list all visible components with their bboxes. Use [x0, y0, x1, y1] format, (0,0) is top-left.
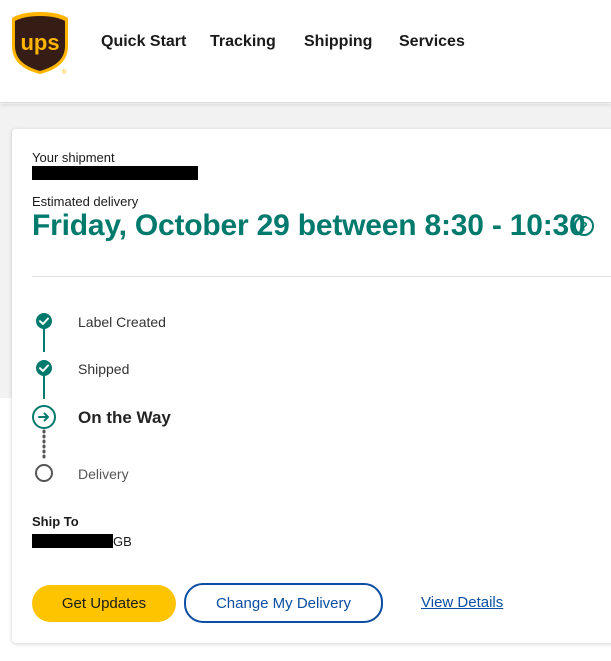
step-label-created: Label Created [78, 314, 166, 330]
svg-text:®: ® [62, 69, 67, 76]
ups-logo[interactable]: ups ® [10, 10, 70, 76]
step-delivery: Delivery [78, 466, 129, 482]
shipment-card: Your shipment Estimated delivery Friday,… [12, 129, 611, 643]
svg-text:?: ? [580, 220, 587, 234]
view-details-link[interactable]: View Details [421, 594, 503, 611]
step-on-the-way: On the Way [78, 408, 171, 427]
redacted-address [32, 534, 113, 548]
question-circle-icon[interactable]: ? [573, 215, 595, 237]
nav-services[interactable]: Services [399, 33, 465, 51]
nav-tracking[interactable]: Tracking [210, 33, 276, 51]
ship-to-label: Ship To [32, 514, 79, 529]
redacted-tracking-number [32, 166, 198, 180]
arrow-circle-icon [32, 405, 56, 429]
check-circle-icon [36, 360, 52, 376]
get-updates-button[interactable]: Get Updates [32, 585, 176, 622]
site-header: ups ® Quick Start Tracking Shipping Serv… [0, 0, 611, 103]
nav-shipping[interactable]: Shipping [304, 33, 372, 51]
change-my-delivery-button[interactable]: Change My Delivery [184, 583, 383, 623]
logo-text: ups [20, 30, 59, 55]
empty-circle-icon [35, 464, 53, 482]
nav-quick-start[interactable]: Quick Start [101, 33, 186, 51]
progress-track [32, 313, 56, 482]
check-circle-icon [36, 313, 52, 329]
ship-to-country: GB [113, 534, 132, 549]
divider [32, 276, 611, 277]
step-shipped: Shipped [78, 361, 130, 377]
your-shipment-label: Your shipment [32, 150, 115, 165]
estimated-delivery-date: Friday, October 29 between 8:30 - 10:30 [32, 209, 586, 242]
estimated-delivery-label: Estimated delivery [32, 194, 139, 209]
